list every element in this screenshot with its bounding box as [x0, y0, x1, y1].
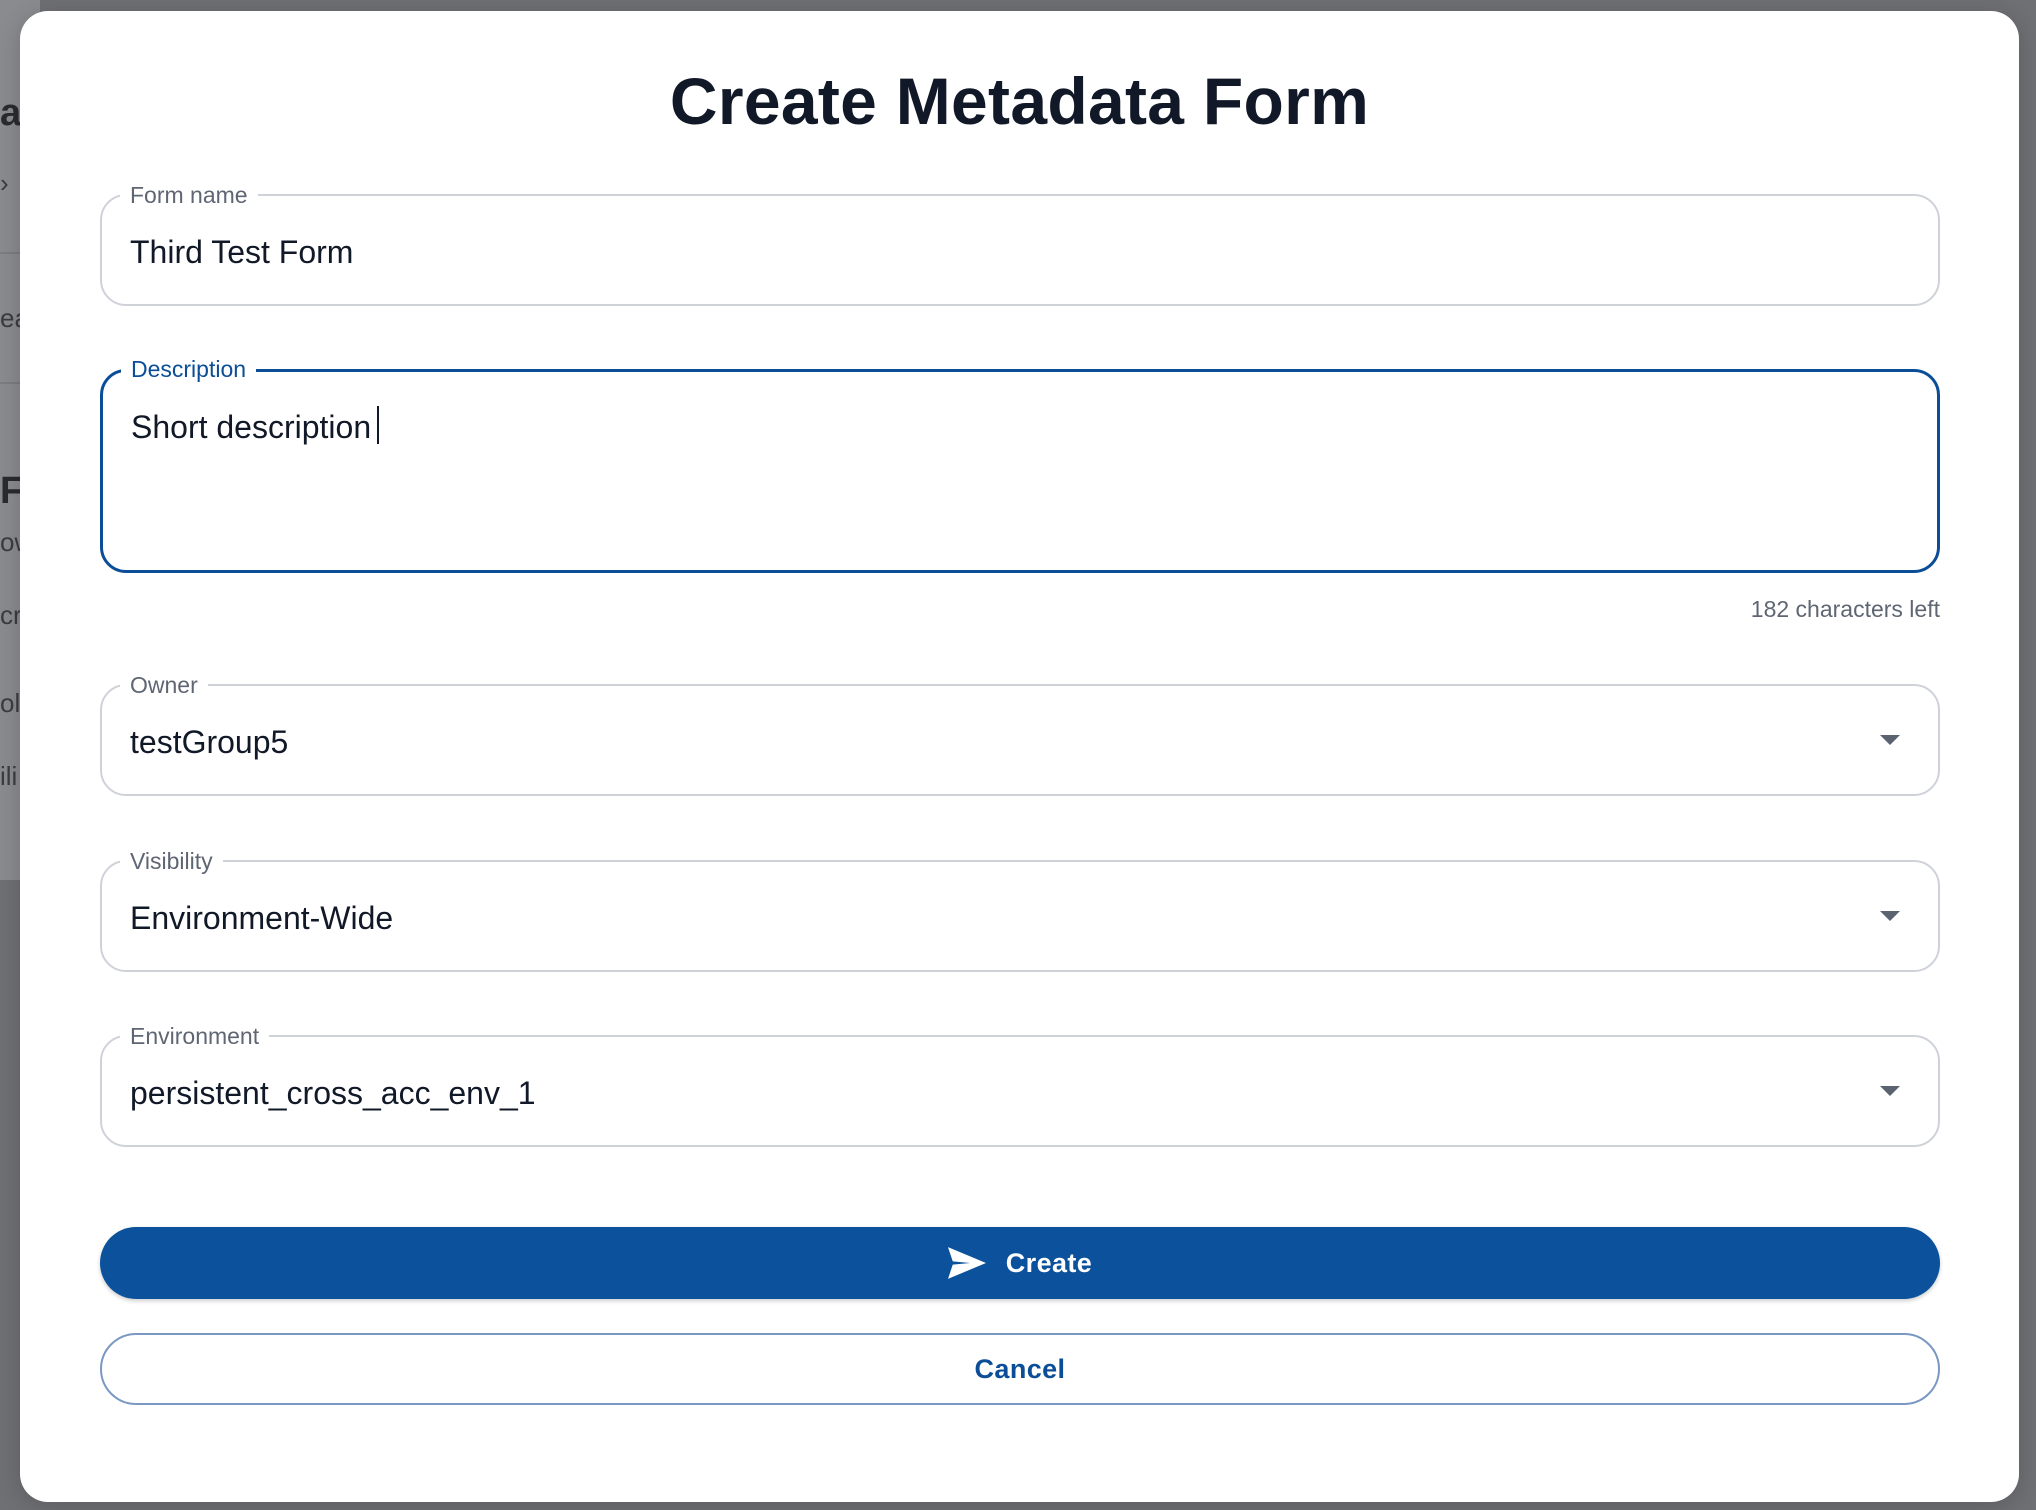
create-button[interactable]: Create: [100, 1227, 1940, 1299]
owner-select[interactable]: Owner testGroup5: [100, 670, 1940, 796]
form-name-label: Form name: [120, 180, 258, 210]
characters-left-counter: 182 characters left: [1750, 596, 1940, 622]
environment-value: persistent_cross_acc_env_1: [130, 1075, 536, 1111]
environment-select[interactable]: Environment persistent_cross_acc_env_1: [100, 1021, 1940, 1147]
environment-label: Environment: [120, 1021, 270, 1051]
chevron-down-icon[interactable]: [1880, 735, 1900, 745]
cancel-button-label: Cancel: [974, 1353, 1066, 1384]
form-name-field[interactable]: Form name Third Test Form: [100, 180, 1940, 306]
owner-value: testGroup5: [130, 724, 289, 760]
visibility-select[interactable]: Visibility Environment-Wide: [100, 846, 1940, 972]
visibility-label: Visibility: [120, 846, 223, 876]
create-metadata-form-dialog: Create Metadata Form Form name Third Tes…: [20, 11, 2019, 1502]
owner-label: Owner: [120, 670, 208, 700]
text-caret: [377, 406, 380, 444]
dialog-title: Create Metadata Form: [669, 64, 1370, 138]
description-text: Short description: [131, 409, 372, 445]
cancel-button[interactable]: Cancel: [100, 1333, 1940, 1405]
create-button-label: Create: [1005, 1247, 1093, 1278]
description-textarea[interactable]: Short description: [131, 406, 380, 447]
form-name-input[interactable]: Third Test Form: [130, 232, 353, 272]
chevron-down-icon[interactable]: [1880, 1086, 1900, 1096]
send-icon: [947, 1247, 986, 1279]
chevron-down-icon[interactable]: [1880, 911, 1900, 921]
description-field[interactable]: Description Short description: [100, 354, 1940, 573]
description-label: Description: [121, 354, 257, 384]
visibility-value: Environment-Wide: [130, 900, 394, 936]
